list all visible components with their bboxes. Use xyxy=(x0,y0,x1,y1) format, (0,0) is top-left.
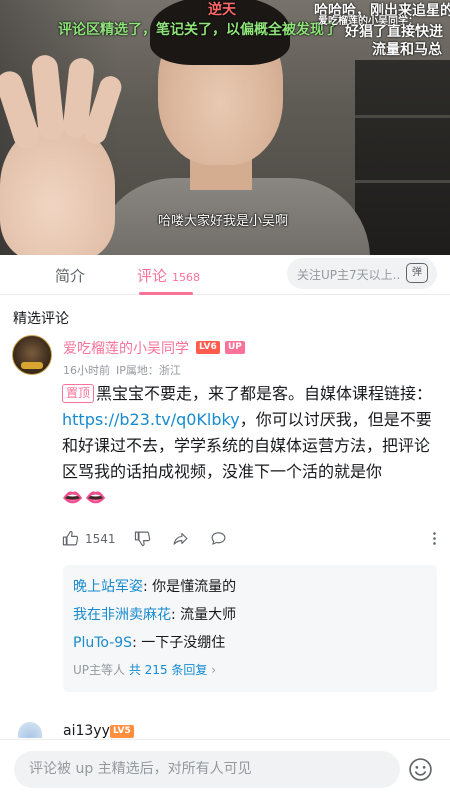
reply-text: : 流量大师 xyxy=(171,607,237,623)
more-vertical-icon xyxy=(433,532,436,545)
avatar[interactable] xyxy=(18,722,42,738)
up-badge: UP xyxy=(225,341,245,354)
danmaku-input-placeholder: 关注UP主7天以上... xyxy=(297,268,401,282)
level-badge: LV5 xyxy=(110,725,134,738)
share-icon xyxy=(173,532,188,545)
chevron-right-icon: › xyxy=(211,663,217,677)
comment-actions: 1541 xyxy=(62,530,437,550)
danmaku-input[interactable]: 关注UP主7天以上... 弹 xyxy=(287,258,437,289)
comment-meta: 16小时前 IP属地：浙江 xyxy=(63,362,181,378)
video-subtitle: 哈喽大家好我是小吴啊 xyxy=(158,214,289,229)
replies-panel[interactable]: 晚上站军姿: 你是懂流量的 我在非洲卖麻花: 流量大师 PluTo-9S: 一下… xyxy=(63,565,437,692)
comment-text: 黑宝宝不要走，来了都是客。自媒体课程链接： xyxy=(96,384,433,403)
reply-item[interactable]: 我在非洲卖麻花: 流量大师 xyxy=(73,601,427,629)
avatar[interactable] xyxy=(12,335,52,375)
comment-input-bar: 评论被 up 主精选后，对所有人可见 xyxy=(0,739,450,800)
reply-text: : 你是懂流量的 xyxy=(143,579,237,595)
danmaku-item: 流量和马总 xyxy=(372,42,442,58)
share-button[interactable] xyxy=(172,530,189,547)
reply-item[interactable]: 晚上站军姿: 你是懂流量的 xyxy=(73,573,427,601)
dislike-button[interactable] xyxy=(134,530,151,547)
pinned-tag: 置顶 xyxy=(62,384,95,403)
thumbs-up-icon xyxy=(62,530,79,546)
tab-comments-label: 评论 xyxy=(137,267,168,285)
comment-count: 1568 xyxy=(172,271,201,284)
tab-intro[interactable]: 简介 xyxy=(55,265,85,286)
like-count: 1541 xyxy=(85,531,116,546)
danmaku-item: 逆天 xyxy=(208,2,236,18)
comment-time: 16小时前 xyxy=(63,364,110,377)
comment-ip: IP属地：浙江 xyxy=(116,364,181,377)
replies-total: 共 215 条回复 xyxy=(128,663,208,677)
comment-input[interactable]: 评论被 up 主精选后，对所有人可见 xyxy=(14,751,400,788)
danmaku-toggle-icon[interactable]: 弹 xyxy=(406,263,428,283)
like-button[interactable]: 1541 xyxy=(62,530,116,547)
comment-username[interactable]: ai13yy xyxy=(63,723,110,739)
lips-emoji: 👄👄 xyxy=(62,488,109,508)
reply-username[interactable]: 晚上站军姿 xyxy=(73,579,143,595)
view-all-replies-link[interactable]: UP主等人 共 215 条回复 › xyxy=(73,661,427,678)
active-tab-indicator xyxy=(139,292,193,295)
more-options-button[interactable] xyxy=(426,530,443,547)
tab-bar: 简介 评论 1568 关注UP主7天以上... 弹 xyxy=(0,255,450,295)
emoji-icon[interactable] xyxy=(408,757,433,782)
reply-text: : 一下子没绷住 xyxy=(132,635,226,651)
replies-prefix: UP主等人 xyxy=(73,663,126,677)
comment-link[interactable]: https://b23.tv/q0Klbky xyxy=(62,410,240,429)
reply-item[interactable]: PluTo-9S: 一下子没绷住 xyxy=(73,629,427,657)
video-player[interactable]: 逆天 哈哈哈，刚出来追星的 评论区精选了，笔记关了，以偏概全被发现了 爱吃榴莲的… xyxy=(0,0,450,255)
thumbs-down-icon xyxy=(134,531,151,547)
level-badge: LV6 xyxy=(196,341,220,354)
comment-content: 置顶 黑宝宝不要走，来了都是客。自媒体课程链接： https://b23.tv/q0… xyxy=(62,381,440,511)
video-shelf xyxy=(355,60,450,255)
reply-button[interactable] xyxy=(210,530,227,547)
comment-username[interactable]: 爱吃榴莲的小吴同学 xyxy=(63,338,189,358)
tab-comments[interactable]: 评论 1568 xyxy=(137,265,200,286)
section-title: 精选评论 xyxy=(13,311,69,327)
comment-bubble-icon xyxy=(211,532,226,545)
reply-username[interactable]: 我在非洲卖麻花 xyxy=(73,607,171,623)
danmaku-item: 评论区精选了，笔记关了，以偏概全被发现了 xyxy=(58,22,338,38)
danmaku-item: 好猖了直接快进 xyxy=(345,24,443,40)
reply-username[interactable]: PluTo-9S xyxy=(73,635,132,651)
